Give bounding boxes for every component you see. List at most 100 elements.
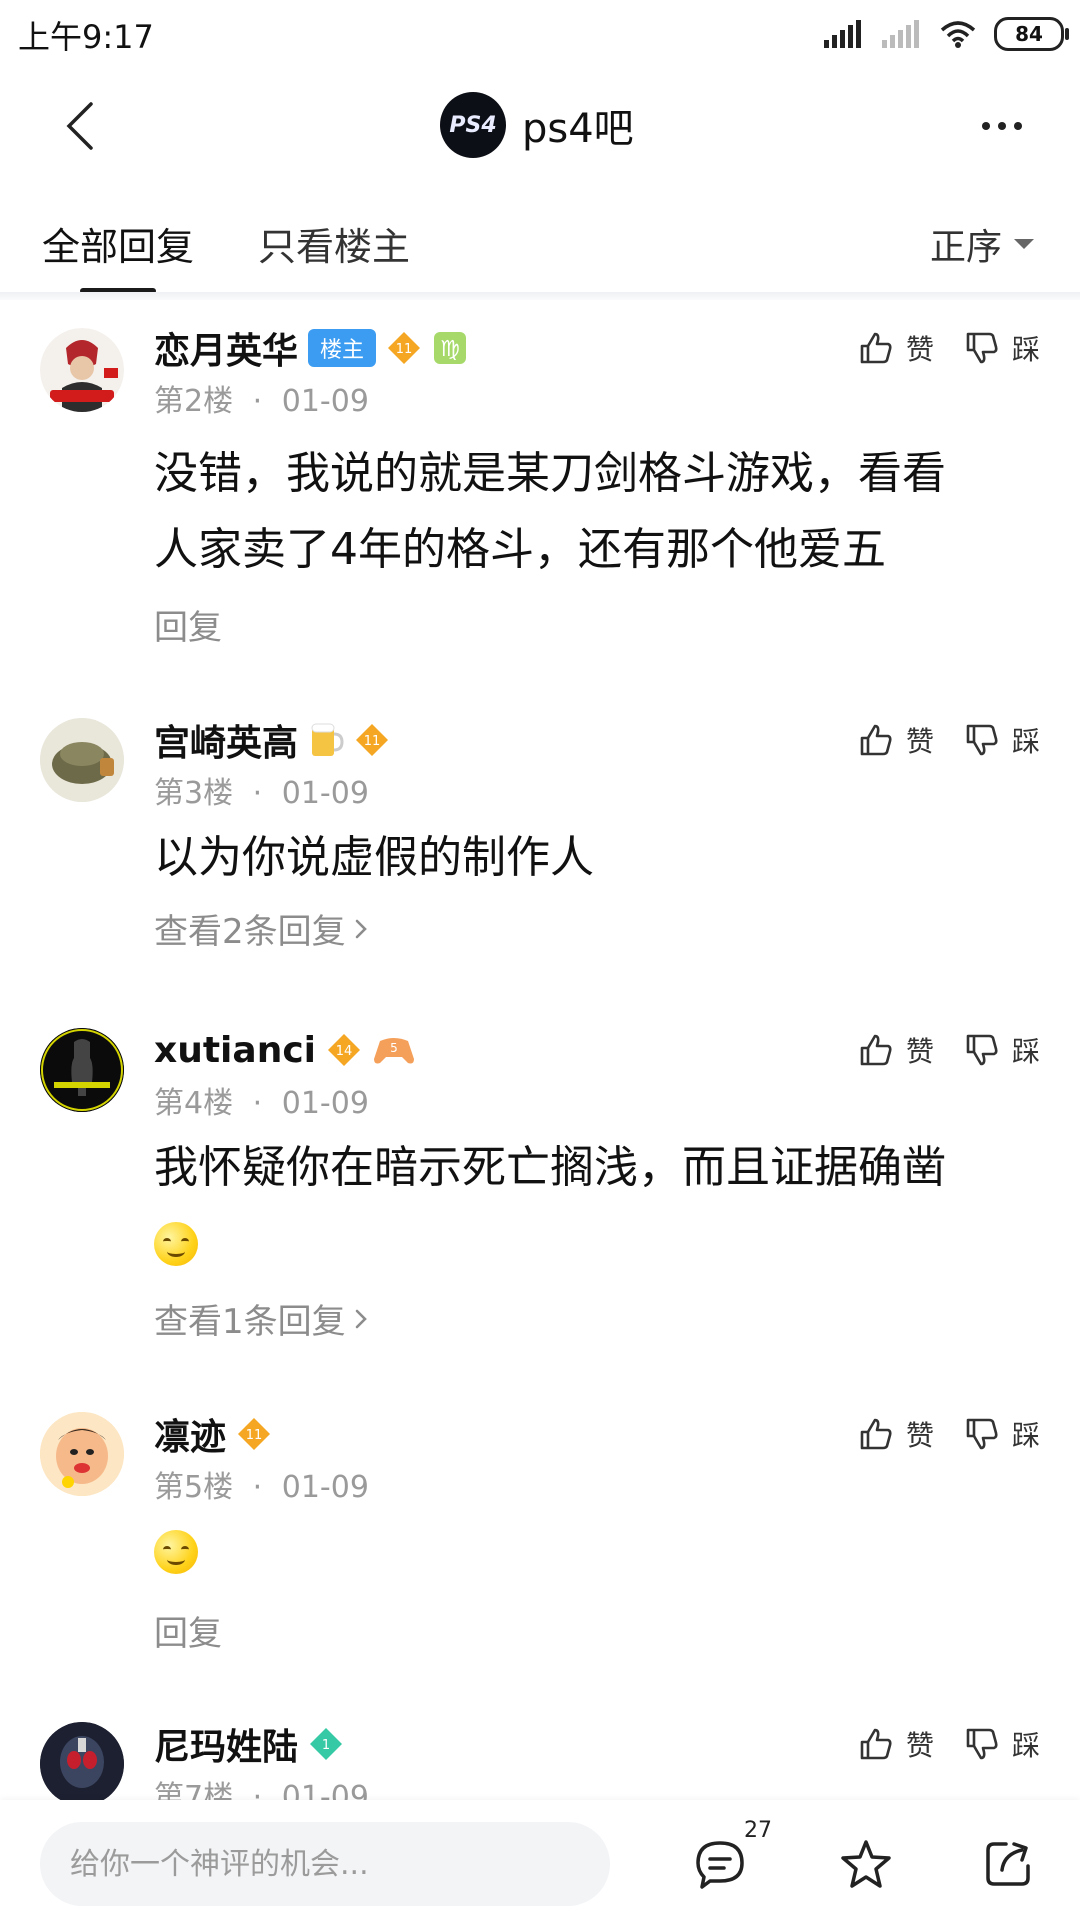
forum-logo: PS4 (440, 92, 506, 158)
post-content: 我怀疑你在暗示死亡搁浅，而且证据确凿 (154, 1130, 1034, 1282)
level-number: 11 (246, 1428, 263, 1443)
thumbs-up-icon (860, 1728, 892, 1760)
meta-separator: · (252, 1470, 263, 1505)
post-actions: 赞 踩 (858, 328, 1040, 368)
like-button[interactable]: 赞 (858, 328, 934, 368)
post-date: 01-09 (281, 1470, 369, 1505)
forum-name: ps4吧 (522, 106, 634, 152)
favorite-button[interactable] (836, 1834, 896, 1894)
dislike-button[interactable]: 踩 (964, 1030, 1040, 1070)
header: PS4 ps4吧 (0, 76, 1080, 172)
level-badge-icon: 1 (310, 1728, 343, 1760)
username[interactable]: xutianci (154, 1030, 316, 1071)
tab-owner-only[interactable]: 只看楼主 (258, 216, 410, 271)
tab-all-replies[interactable]: 全部回复 (42, 216, 194, 271)
battery-icon: 84 (994, 17, 1069, 51)
post-actions: 赞 踩 (858, 720, 1040, 760)
post-actions: 赞 踩 (858, 1030, 1040, 1070)
post-content: 以为你说虚假的制作人 (154, 820, 1034, 896)
share-button[interactable] (978, 1834, 1038, 1894)
view-replies-label: 查看2条回复 (154, 912, 346, 952)
forum-title[interactable]: PS4 ps4吧 (440, 90, 634, 160)
like-button[interactable]: 赞 (858, 1030, 934, 1070)
status-bar: 上午9:17 84 (0, 0, 1080, 64)
username[interactable]: 凛迹 (154, 1408, 226, 1460)
content-line: 没错，我说的就是某刀剑格斗游戏，看看 (154, 448, 946, 499)
more-button[interactable] (974, 98, 1030, 154)
view-replies-link[interactable]: 查看1条回复 (154, 1294, 368, 1343)
level-badge-icon: 11 (356, 724, 389, 756)
view-replies-link[interactable]: 查看2条回复 (154, 904, 368, 953)
dislike-button[interactable]: 踩 (964, 1724, 1040, 1764)
dislike-label: 踩 (1011, 1729, 1040, 1762)
post-date: 01-09 (281, 384, 369, 419)
post-meta: 第3楼 · 01-09 (154, 768, 369, 812)
level-badge-icon: 11 (238, 1418, 271, 1450)
floor-number: 第4楼 (154, 1086, 234, 1121)
virgo-sign-icon: ♍ (434, 332, 467, 364)
dislike-label: 踩 (1011, 333, 1040, 366)
comment-input[interactable] (40, 1822, 610, 1906)
thumbs-down-icon (966, 1034, 998, 1066)
thumbs-up-icon (860, 724, 892, 756)
status-icons: 84 (824, 14, 1069, 54)
comments-button[interactable] (690, 1834, 750, 1894)
status-time: 上午9:17 (18, 18, 154, 56)
more-dot-icon (1014, 122, 1022, 130)
like-button[interactable]: 赞 (858, 1724, 934, 1764)
thumbs-down-icon (966, 724, 998, 756)
post-meta: 第2楼 · 01-09 (154, 376, 369, 420)
avatar[interactable] (40, 718, 124, 802)
thumbs-up-icon (860, 1418, 892, 1450)
dislike-button[interactable]: 踩 (964, 1414, 1040, 1454)
avatar[interactable] (40, 1412, 124, 1496)
forum-logo-text: PS4 (449, 112, 497, 138)
reply-link[interactable]: 回复 (154, 600, 222, 649)
caret-down-icon (1014, 239, 1034, 249)
post-content (154, 1514, 1034, 1590)
thumbs-down-icon (966, 1728, 998, 1760)
avatar[interactable] (40, 1722, 124, 1806)
thumbs-up-icon (860, 1034, 892, 1066)
username[interactable]: 尼玛姓陆 (154, 1718, 298, 1770)
avatar[interactable] (40, 328, 124, 412)
like-button[interactable]: 赞 (858, 720, 934, 760)
wifi-icon (940, 21, 976, 48)
content-emoji-row (154, 1514, 1034, 1590)
sort-order-label: 正序 (929, 227, 1002, 268)
name-row: 宫崎英高 11 (154, 716, 390, 764)
avatar[interactable] (40, 1028, 124, 1112)
post-meta: 第5楼 · 01-09 (154, 1462, 369, 1506)
more-dot-icon (998, 122, 1006, 130)
reply-label: 回复 (154, 608, 222, 648)
dislike-button[interactable]: 踩 (964, 720, 1040, 760)
level-number: 1 (322, 1738, 330, 1753)
back-button[interactable] (50, 96, 110, 156)
reply-link[interactable]: 回复 (154, 1606, 222, 1655)
beer-mug-icon (311, 723, 344, 756)
meta-separator: · (252, 1086, 263, 1121)
view-replies-label: 查看1条回复 (154, 1302, 346, 1342)
post-date: 01-09 (281, 776, 369, 811)
sort-order-dropdown[interactable]: 正序 (930, 218, 1034, 270)
name-row: 尼玛姓陆 1 (154, 1720, 344, 1768)
star-icon (841, 1840, 891, 1888)
post-actions: 赞 踩 (858, 1414, 1040, 1454)
name-row: 恋月英华 楼主 11 ♍ (154, 324, 468, 372)
post-meta: 第4楼 · 01-09 (154, 1078, 369, 1122)
level-number: 11 (364, 734, 381, 749)
thumbs-down-icon (966, 332, 998, 364)
extra-level-number: 5 (390, 1041, 398, 1055)
username[interactable]: 宫崎英高 (154, 714, 298, 766)
username[interactable]: 恋月英华 (154, 322, 298, 374)
dislike-button[interactable]: 踩 (964, 328, 1040, 368)
like-button[interactable]: 赞 (858, 1414, 934, 1454)
tab-bar: 全部回复 只看楼主 正序 (0, 200, 1080, 296)
name-row: xutianci 14 5 (154, 1026, 416, 1074)
like-label: 赞 (905, 333, 934, 366)
comment-count: 27 (744, 1818, 772, 1843)
level-badge-icon: 11 (388, 332, 421, 364)
dislike-label: 踩 (1011, 1419, 1040, 1452)
like-label: 赞 (905, 1035, 934, 1068)
battery-level: 84 (1015, 22, 1043, 46)
